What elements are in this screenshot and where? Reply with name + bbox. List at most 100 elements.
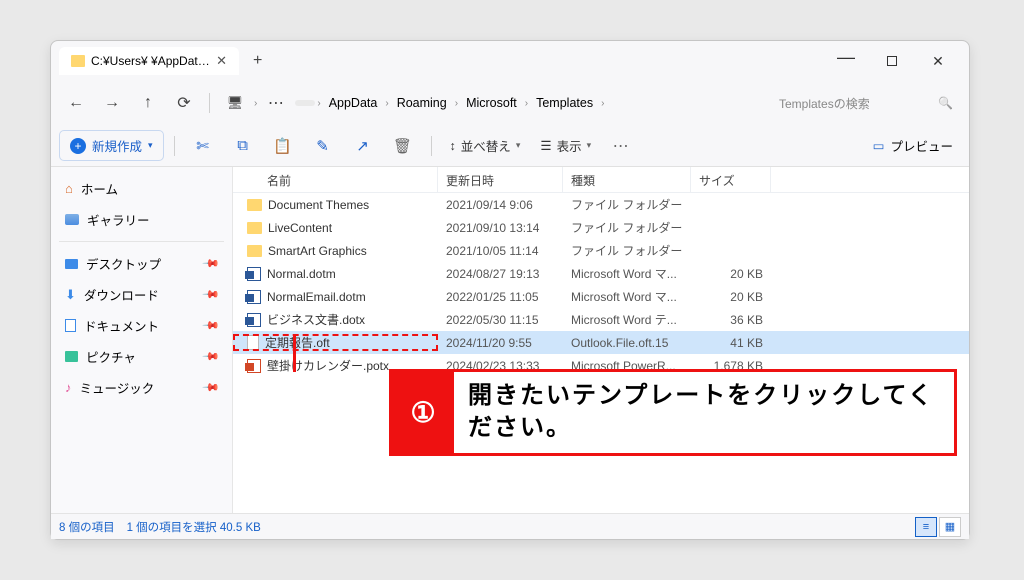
details-view-button[interactable]: ≡: [915, 517, 937, 537]
minimize-button[interactable]: —: [823, 41, 869, 73]
breadcrumb-item[interactable]: Microsoft: [460, 92, 523, 114]
new-tab-button[interactable]: +: [243, 52, 272, 70]
music-icon: ♪: [65, 380, 72, 395]
separator: [431, 136, 432, 156]
desktop-icon: [65, 259, 78, 269]
view-mode-buttons: ≡ ▦: [915, 517, 961, 537]
file-size: 20 KB: [691, 290, 771, 304]
pin-icon: 📌: [202, 316, 221, 335]
file-type: Microsoft Word マ...: [563, 265, 691, 282]
sidebar-label: ホーム: [81, 179, 118, 198]
sidebar: ⌂ホーム ギャラリー デスクトップ📌 ⬇ダウンロード📌 ドキュメント📌 ピクチャ…: [51, 167, 233, 513]
sidebar-label: ダウンロード: [84, 285, 159, 304]
titlebar: C:¥Users¥ ¥AppData¥Roan ✕ + — ✕: [51, 41, 969, 81]
file-name: Document Themes: [268, 198, 369, 212]
refresh-button[interactable]: [167, 86, 201, 120]
gallery-icon: [65, 214, 79, 225]
close-tab-icon[interactable]: ✕: [216, 53, 227, 69]
close-window-button[interactable]: ✕: [915, 45, 961, 77]
file-row[interactable]: SmartArt Graphics2021/10/05 11:14ファイル フォ…: [233, 239, 969, 262]
file-size: 20 KB: [691, 267, 771, 281]
cut-button[interactable]: ✄: [185, 130, 221, 162]
maximize-button[interactable]: [869, 45, 915, 77]
chevron-right-icon: ›: [385, 98, 388, 109]
file-name: SmartArt Graphics: [268, 244, 367, 258]
share-button[interactable]: ↗: [345, 130, 381, 162]
col-date[interactable]: 更新日時: [438, 167, 563, 192]
rename-button[interactable]: ✎: [305, 130, 341, 162]
word-icon: [247, 267, 261, 281]
copy-button[interactable]: ⧉: [225, 130, 261, 162]
file-name: ビジネス文書.dotx: [267, 311, 365, 328]
sort-button[interactable]: ↕ 並べ替え ▾: [442, 131, 529, 160]
delete-button[interactable]: 🗑: [385, 130, 421, 162]
breadcrumb-item[interactable]: Roaming: [391, 92, 453, 114]
sidebar-item-pictures[interactable]: ピクチャ📌: [55, 341, 228, 372]
status-count: 8 個の項目: [59, 519, 115, 535]
breadcrumb-item[interactable]: Templates: [530, 92, 599, 114]
file-icon: [247, 335, 259, 350]
sidebar-label: ギャラリー: [87, 210, 150, 229]
tab-title: C:¥Users¥ ¥AppData¥Roan: [91, 54, 210, 68]
sort-icon: ↕: [450, 139, 456, 153]
file-row[interactable]: NormalEmail.dotm2022/01/25 11:05Microsof…: [233, 285, 969, 308]
breadcrumb-overflow[interactable]: [259, 86, 293, 120]
file-type: ファイル フォルダー: [563, 219, 691, 236]
forward-button[interactable]: [95, 86, 129, 120]
folder-icon: [247, 222, 262, 234]
new-button[interactable]: + 新規作成 ▾: [59, 130, 164, 161]
file-date: 2021/10/05 11:14: [438, 244, 563, 258]
pin-icon: 📌: [202, 285, 221, 304]
annotation-callout: ① 開きたいテンプレートをクリックしてください。: [389, 369, 957, 456]
view-button[interactable]: ☰ 表示 ▾: [532, 131, 599, 160]
plus-icon: +: [70, 138, 86, 154]
breadcrumb-item[interactable]: AppData: [323, 92, 384, 114]
search-input[interactable]: Templatesの検索: [771, 88, 961, 118]
file-date: 2022/05/30 11:15: [438, 313, 563, 327]
breadcrumb-user[interactable]: [295, 100, 315, 106]
document-icon: [65, 319, 76, 332]
file-date: 2022/01/25 11:05: [438, 290, 563, 304]
file-type: Microsoft Word テ...: [563, 311, 691, 328]
status-selection: 1 個の項目を選択 40.5 KB: [127, 519, 261, 535]
annotation-line: [293, 334, 296, 372]
preview-button[interactable]: ▭ プレビュー: [865, 132, 961, 159]
file-row[interactable]: ビジネス文書.dotx 2022/05/30 11:15Microsoft Wor…: [233, 308, 969, 331]
file-row[interactable]: LiveContent2021/09/10 13:14ファイル フォルダー: [233, 216, 969, 239]
body: ⌂ホーム ギャラリー デスクトップ📌 ⬇ダウンロード📌 ドキュメント📌 ピクチャ…: [51, 167, 969, 513]
col-size[interactable]: サイズ: [691, 167, 771, 192]
file-date: 2024/08/27 19:13: [438, 267, 563, 281]
preview-icon: ▭: [873, 138, 885, 153]
window-tab[interactable]: C:¥Users¥ ¥AppData¥Roan ✕: [59, 47, 239, 75]
paste-button[interactable]: 📋: [265, 130, 301, 162]
pc-icon[interactable]: [218, 86, 252, 120]
sidebar-item-home[interactable]: ⌂ホーム: [55, 173, 228, 204]
statusbar: 8 個の項目 1 個の項目を選択 40.5 KB ≡ ▦: [51, 513, 969, 539]
chevron-right-icon: ›: [455, 98, 458, 109]
file-row[interactable]: Document Themes2021/09/14 9:06ファイル フォルダー: [233, 193, 969, 216]
file-name: 定期報告.oft: [265, 334, 330, 351]
file-row[interactable]: Normal.dotm2024/08/27 19:13Microsoft Wor…: [233, 262, 969, 285]
sidebar-item-documents[interactable]: ドキュメント📌: [55, 310, 228, 341]
more-button[interactable]: [603, 130, 639, 162]
col-type[interactable]: 種類: [563, 167, 691, 192]
sidebar-item-desktop[interactable]: デスクトップ📌: [55, 248, 228, 279]
new-label: 新規作成: [92, 136, 142, 155]
sidebar-item-music[interactable]: ♪ミュージック📌: [55, 372, 228, 403]
grid-view-button[interactable]: ▦: [939, 517, 961, 537]
file-row[interactable]: 定期報告.oft2024/11/20 9:55Outlook.File.oft.…: [233, 331, 969, 354]
chevron-right-icon: ›: [601, 98, 604, 109]
sidebar-item-gallery[interactable]: ギャラリー: [55, 204, 228, 235]
sort-label: 並べ替え: [461, 136, 511, 155]
col-name[interactable]: 名前: [233, 167, 438, 192]
up-button[interactable]: [131, 86, 165, 120]
search-icon: [938, 96, 953, 110]
file-date: 2021/09/14 9:06: [438, 198, 563, 212]
sidebar-item-downloads[interactable]: ⬇ダウンロード📌: [55, 279, 228, 310]
chevron-right-icon: ›: [525, 98, 528, 109]
file-name: 壁掛けカレンダー.potx: [267, 357, 389, 374]
back-button[interactable]: [59, 86, 93, 120]
file-date: 2024/11/20 9:55: [438, 336, 563, 350]
nav-toolbar: › › AppData › Roaming › Microsoft › Temp…: [51, 81, 969, 125]
view-icon: ☰: [540, 138, 551, 153]
